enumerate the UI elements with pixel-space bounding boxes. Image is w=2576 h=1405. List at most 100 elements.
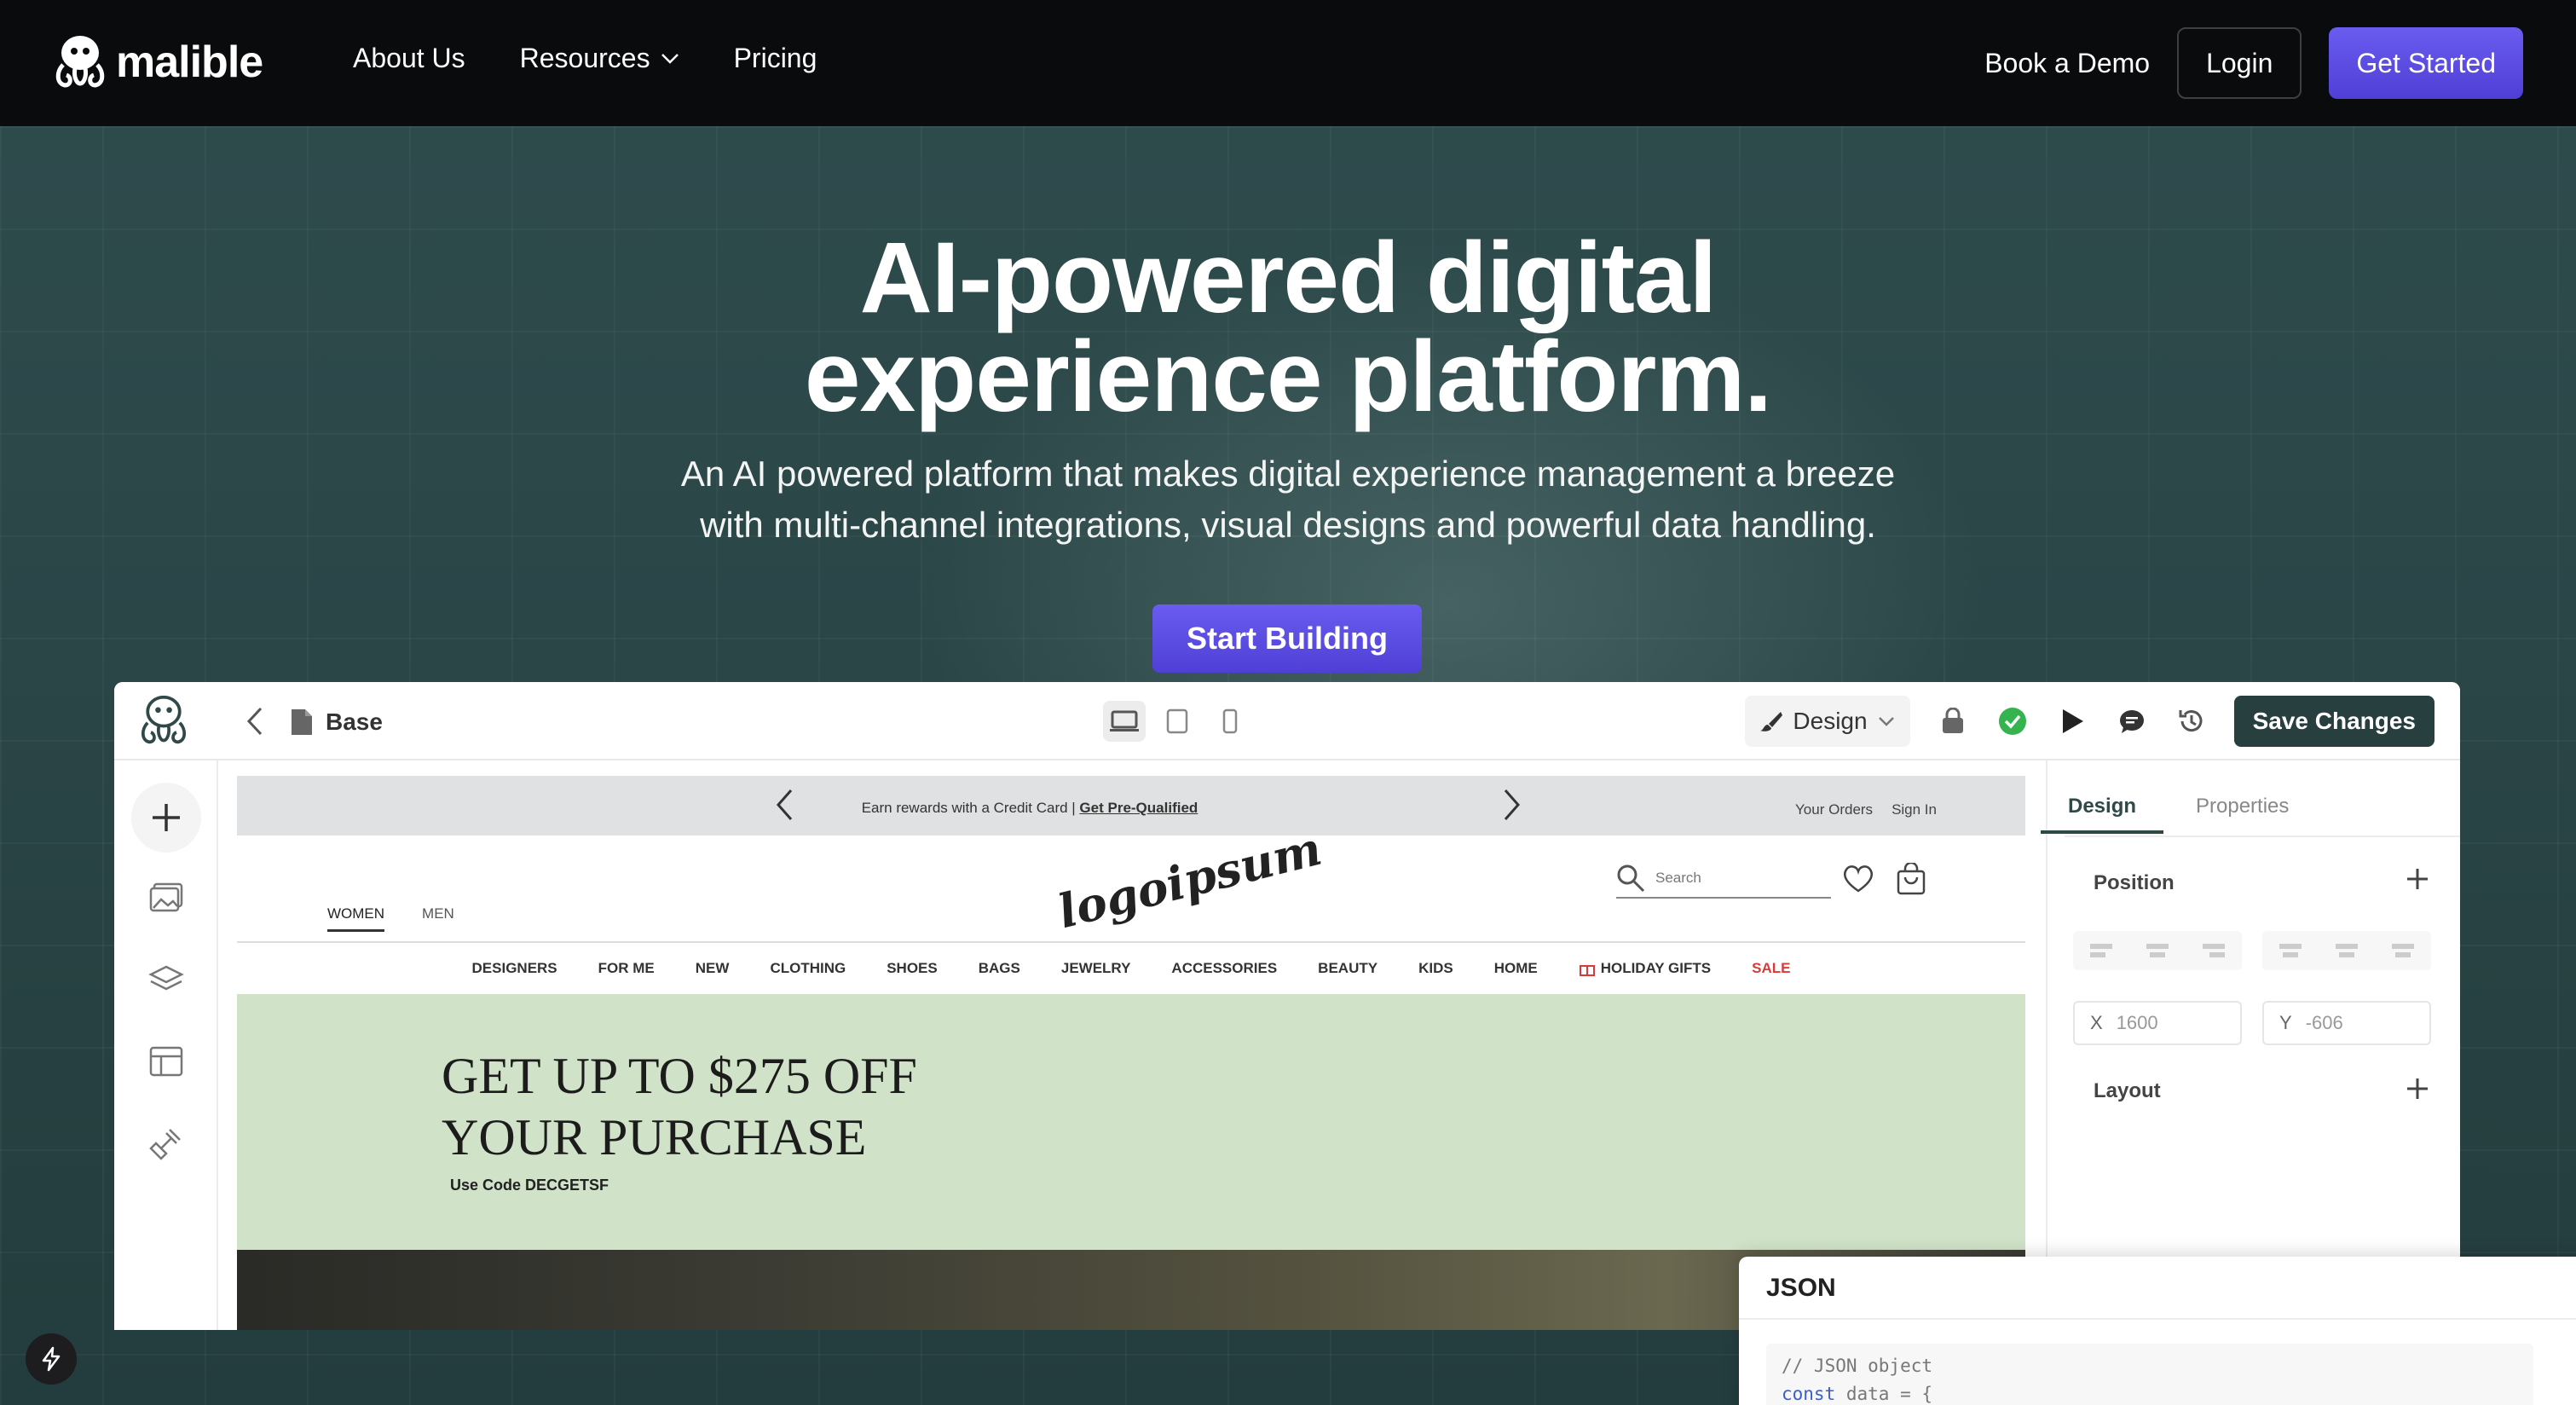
- category-item[interactable]: CLOTHING: [770, 960, 846, 977]
- tab-properties[interactable]: Properties: [2196, 795, 2289, 834]
- chevron-down-icon: [1878, 717, 1894, 726]
- file-breadcrumb[interactable]: Base: [290, 708, 383, 737]
- search-icon: [1617, 864, 1645, 893]
- sign-in-link[interactable]: Sign In: [1892, 801, 1937, 818]
- brand-logo[interactable]: malible: [51, 34, 263, 90]
- y-position-field[interactable]: Y -606: [2262, 1001, 2431, 1045]
- play-icon[interactable]: [2055, 704, 2089, 738]
- category-item[interactable]: BAGS: [979, 960, 1020, 977]
- hero-subtitle-line-2: with multi-channel integrations, visual …: [700, 505, 1876, 545]
- search-placeholder: Search: [1655, 870, 1701, 886]
- promo-banner[interactable]: GET UP TO $275 OFF YOUR PURCHASE Use Cod…: [237, 994, 2025, 1250]
- category-item[interactable]: HOME: [1494, 960, 1538, 977]
- lock-icon[interactable]: [1936, 704, 1970, 738]
- x-position-field[interactable]: X 1600: [2073, 1001, 2242, 1045]
- align-bottom-icon[interactable]: [2375, 931, 2431, 970]
- shopping-bag-icon[interactable]: [1896, 863, 1926, 895]
- chevron-down-icon: [661, 53, 679, 64]
- json-panel-title: JSON: [1766, 1274, 1836, 1302]
- layers-icon[interactable]: [145, 958, 188, 1001]
- hero-subtitle-line-1: An AI powered platform that makes digita…: [680, 454, 1896, 494]
- align-middle-icon[interactable]: [2319, 931, 2375, 970]
- your-orders-link[interactable]: Your Orders: [1795, 801, 1873, 818]
- back-arrow-icon[interactable]: [245, 706, 264, 737]
- hero-title-line-2: experience platform.: [804, 321, 1772, 433]
- category-item[interactable]: JEWELRY: [1061, 960, 1131, 977]
- code-comment: // JSON object: [1782, 1356, 1933, 1376]
- json-panel-divider: [1739, 1318, 2576, 1320]
- gender-tabs: WOMEN MEN: [327, 905, 454, 932]
- hero-title: AI-powered digital experience platform.: [0, 222, 2576, 433]
- banner-headline: GET UP TO $275 OFF YOUR PURCHASE: [442, 1048, 917, 1165]
- octopus-logo-icon: [55, 36, 105, 88]
- category-item[interactable]: KIDS: [1418, 960, 1453, 977]
- category-holiday-gifts[interactable]: HOLIDAY GIFTS: [1579, 960, 1711, 977]
- book-demo-link[interactable]: Book a Demo: [1984, 48, 2150, 79]
- add-position-icon[interactable]: [2406, 863, 2429, 899]
- position-label: Position: [2094, 871, 2175, 894]
- editor-logo-icon[interactable]: [136, 694, 191, 751]
- save-changes-button[interactable]: Save Changes: [2233, 696, 2434, 747]
- store-search-input[interactable]: Search: [1616, 859, 1831, 899]
- page-canvas[interactable]: Earn rewards with a Credit Card | Get Pr…: [237, 776, 2025, 1330]
- promo-message: Earn rewards with a Credit Card | Get Pr…: [861, 800, 1198, 816]
- status-check-icon[interactable]: [1996, 704, 2030, 738]
- plus-icon: [153, 804, 180, 831]
- login-button[interactable]: Login: [2177, 27, 2302, 99]
- category-item[interactable]: SHOES: [887, 960, 938, 977]
- desktop-view-icon[interactable]: [1103, 701, 1146, 742]
- add-element-button[interactable]: [131, 783, 201, 853]
- vertical-align-group: [2262, 931, 2431, 970]
- horizontal-align-group: [2073, 931, 2242, 970]
- pre-qualified-link[interactable]: Get Pre-Qualified: [1079, 800, 1198, 816]
- banner-promo-code: Use Code DECGETSF: [450, 1177, 609, 1194]
- align-top-icon[interactable]: [2262, 931, 2319, 970]
- media-icon[interactable]: [145, 876, 188, 919]
- layout-icon[interactable]: [145, 1040, 188, 1083]
- tab-design[interactable]: Design: [2041, 795, 2164, 834]
- chevron-right-icon[interactable]: [1502, 788, 1522, 822]
- nav-resources-label: Resources: [519, 43, 650, 73]
- store-header: logoipsum WOMEN MEN Search: [237, 821, 2025, 941]
- editor-tools: Design Save Changes: [1745, 696, 2434, 747]
- top-nav: malible About Us Resources Pricing Book …: [0, 0, 2576, 126]
- tab-women[interactable]: WOMEN: [327, 905, 385, 932]
- nav-about-us[interactable]: About Us: [353, 43, 465, 74]
- history-icon[interactable]: [2175, 704, 2209, 738]
- layout-label: Layout: [2094, 1079, 2161, 1102]
- category-item[interactable]: DESIGNERS: [472, 960, 557, 977]
- tab-men[interactable]: MEN: [422, 905, 454, 932]
- category-item[interactable]: BEAUTY: [1318, 960, 1378, 977]
- category-item[interactable]: NEW: [696, 960, 730, 977]
- properties-panel: Design Properties Position X 1600 Y -606…: [2041, 760, 2460, 1330]
- comment-icon[interactable]: [2115, 704, 2149, 738]
- file-icon: [292, 709, 312, 735]
- mobile-view-icon[interactable]: [1209, 701, 1251, 742]
- hero-subtitle: An AI powered platform that makes digita…: [0, 448, 2576, 551]
- category-item[interactable]: ACCESSORIES: [1171, 960, 1277, 977]
- nav-resources[interactable]: Resources: [520, 43, 679, 74]
- code-line: const data = {: [1782, 1384, 1933, 1404]
- code-keyword: const: [1782, 1384, 1836, 1404]
- align-right-icon[interactable]: [2186, 931, 2242, 970]
- get-started-button[interactable]: Get Started: [2329, 27, 2523, 99]
- align-center-icon[interactable]: [2129, 931, 2186, 970]
- category-item[interactable]: FOR ME: [598, 960, 655, 977]
- json-code-editor[interactable]: // JSON object const data = {: [1766, 1344, 2533, 1405]
- store-logo[interactable]: logoipsum: [1053, 821, 1327, 939]
- heart-icon[interactable]: [1841, 863, 1875, 893]
- bolt-icon[interactable]: [26, 1333, 77, 1385]
- add-layout-icon[interactable]: [2406, 1073, 2429, 1108]
- hero-title-line-1: AI-powered digital: [859, 222, 1718, 334]
- brand-name: malible: [116, 38, 263, 87]
- mode-dropdown[interactable]: Design: [1745, 696, 1910, 747]
- editor-left-rail: [114, 760, 218, 1330]
- panel-divider: [2065, 835, 2460, 837]
- category-sale[interactable]: SALE: [1752, 960, 1790, 977]
- align-left-icon[interactable]: [2073, 931, 2129, 970]
- tablet-view-icon[interactable]: [1156, 701, 1198, 742]
- nav-pricing[interactable]: Pricing: [734, 43, 817, 74]
- plugin-icon[interactable]: [145, 1122, 188, 1165]
- start-building-button[interactable]: Start Building: [1152, 604, 1422, 673]
- mode-label: Design: [1793, 708, 1868, 734]
